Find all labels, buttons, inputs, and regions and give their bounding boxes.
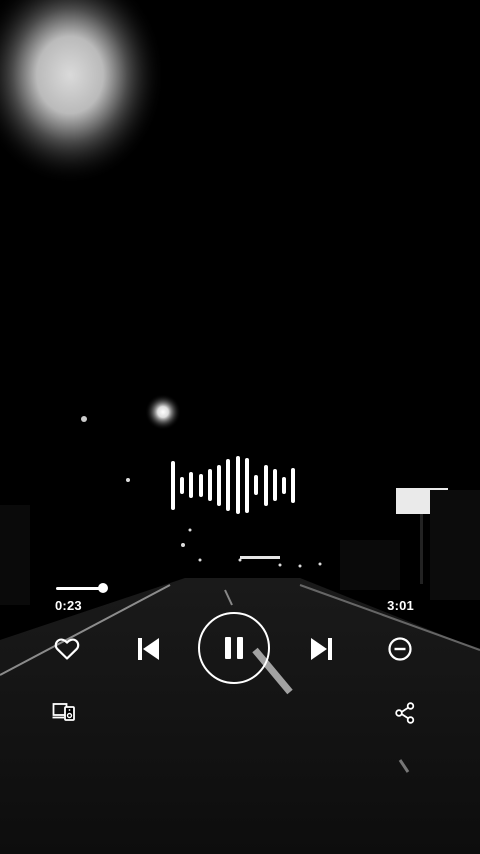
elapsed-time: 0:23: [55, 598, 82, 613]
waveform-bar: [254, 475, 258, 495]
like-button[interactable]: [52, 634, 82, 664]
waveform-bar: [199, 474, 203, 497]
progress-fill: [56, 587, 103, 590]
audio-waveform-visualizer: [168, 456, 298, 514]
progress-handle[interactable]: [98, 583, 108, 593]
connect-device-button[interactable]: [50, 700, 78, 724]
waveform-bar: [264, 465, 268, 506]
next-track-button[interactable]: [306, 633, 338, 665]
progress-slider[interactable]: [56, 583, 424, 593]
minus-circle-icon: [388, 637, 412, 661]
waveform-bar: [189, 472, 193, 498]
total-duration: 3:01: [387, 598, 414, 613]
waveform-bar: [291, 468, 295, 503]
share-button[interactable]: [392, 700, 418, 726]
skip-next-icon: [311, 638, 332, 660]
remove-button[interactable]: [385, 634, 415, 664]
play-pause-button[interactable]: [198, 612, 270, 684]
waveform-bar: [226, 459, 230, 511]
waveform-bar: [208, 469, 212, 501]
waveform-bar: [217, 465, 221, 506]
waveform-bar: [180, 477, 184, 494]
waveform-bar: [282, 477, 286, 494]
player-screen: 0:23 3:01: [0, 0, 480, 854]
share-icon: [395, 702, 415, 724]
waveform-bar: [273, 469, 277, 501]
heart-outline-icon: [54, 638, 80, 660]
waveform-bar: [171, 461, 175, 510]
previous-track-button[interactable]: [132, 633, 164, 665]
connect-device-icon: [52, 703, 75, 721]
waveform-bar: [236, 456, 240, 514]
pause-icon: [225, 637, 243, 659]
skip-previous-icon: [138, 638, 159, 660]
waveform-bar: [245, 458, 249, 513]
